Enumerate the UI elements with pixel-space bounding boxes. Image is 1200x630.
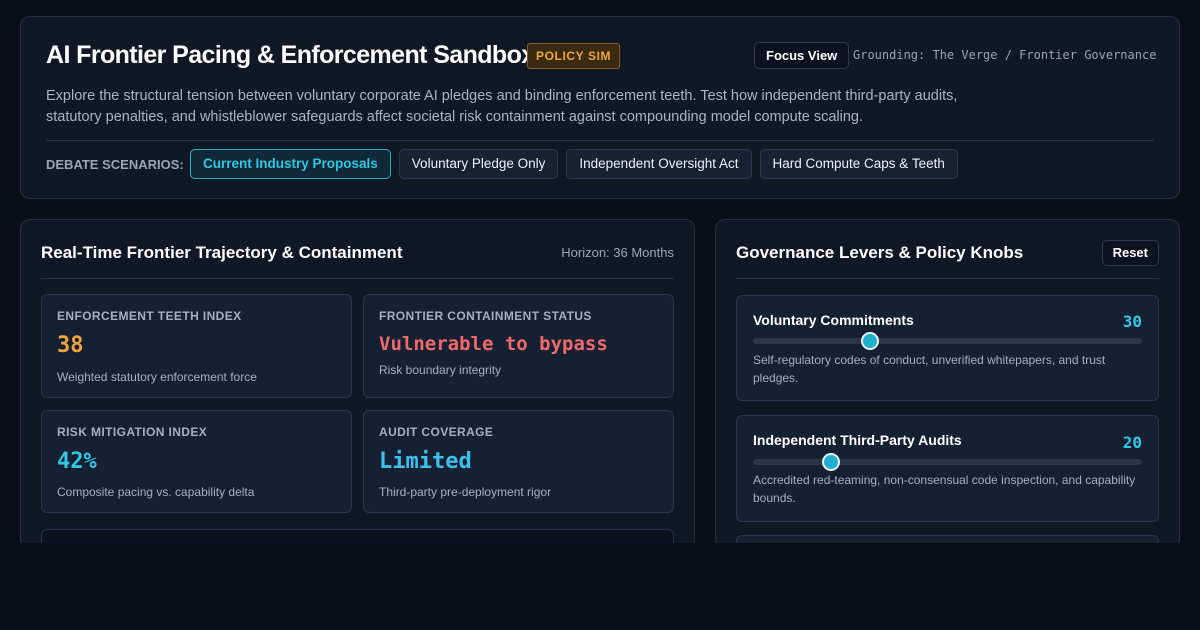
page-description: Explore the structural tension between v… (46, 88, 958, 125)
levers-divider (736, 278, 1159, 279)
page-bottom-background (0, 543, 1200, 630)
lever-slider-track[interactable] (753, 332, 1142, 350)
lever-slider-thumb[interactable] (821, 453, 840, 471)
metric-card-risk-mitigation: RISK MITIGATION INDEX 42% Composite paci… (41, 410, 352, 513)
metric-value: 38 (57, 333, 84, 358)
scenario-hard-compute-caps[interactable]: Hard Compute Caps & Teeth (759, 149, 958, 179)
trajectory-divider (41, 278, 674, 279)
horizon-label: Horizon: 36 Months (561, 245, 674, 260)
trajectory-title: Real-Time Frontier Trajectory & Containm… (41, 243, 403, 262)
metric-label: FRONTIER CONTAINMENT STATUS (379, 309, 592, 323)
trajectory-panel: Real-Time Frontier Trajectory & Containm… (20, 219, 695, 569)
metric-card-containment: FRONTIER CONTAINMENT STATUS Vulnerable t… (363, 294, 674, 398)
metric-card-audit-coverage: AUDIT COVERAGE Limited Third-party pre-d… (363, 410, 674, 513)
lever-title: Voluntary Commitments (753, 312, 914, 328)
scenarios-label: DEBATE SCENARIOS: (46, 157, 184, 172)
scenario-current-industry-proposals[interactable]: Current Industry Proposals (190, 149, 391, 179)
levers-title: Governance Levers & Policy Knobs (736, 243, 1024, 262)
lever-description: Accredited red-teaming, non-consensual c… (753, 473, 1136, 505)
header-divider (46, 140, 1154, 141)
lever-voluntary-commitments: Voluntary Commitments 30 Self-regulatory… (736, 295, 1159, 401)
metric-label: RISK MITIGATION INDEX (57, 425, 208, 439)
lever-slider-thumb[interactable] (860, 332, 879, 350)
policy-sim-badge: POLICY SIM (527, 43, 621, 69)
metric-sub: Risk boundary integrity (379, 363, 502, 377)
metric-value: Limited (379, 449, 472, 474)
lever-value: 20 (1122, 433, 1142, 452)
header-card: AI Frontier Pacing & Enforcement Sandbox… (20, 16, 1180, 199)
scenario-tabs: Current Industry Proposals Voluntary Ple… (190, 149, 958, 179)
metric-sub: Composite pacing vs. capability delta (57, 485, 255, 499)
metric-sub: Third-party pre-deployment rigor (379, 485, 552, 499)
lever-third-party-audits: Independent Third-Party Audits 20 Accred… (736, 415, 1159, 522)
page-title: AI Frontier Pacing & Enforcement Sandbox (46, 41, 535, 69)
metric-label: ENFORCEMENT TEETH INDEX (57, 309, 242, 323)
scenario-voluntary-pledge-only[interactable]: Voluntary Pledge Only (398, 149, 559, 179)
metric-label: AUDIT COVERAGE (379, 425, 494, 439)
metric-value: Vulnerable to bypass (379, 333, 608, 355)
lever-description: Self-regulatory codes of conduct, unveri… (753, 353, 1106, 385)
grounding-source: Grounding: The Verge / Frontier Governan… (853, 48, 1157, 62)
metric-value: 42% (57, 449, 97, 474)
reset-button[interactable]: Reset (1101, 240, 1159, 266)
scenario-independent-oversight-act[interactable]: Independent Oversight Act (566, 149, 752, 179)
metric-sub: Weighted statutory enforcement force (57, 370, 257, 384)
lever-value: 30 (1122, 312, 1142, 331)
focus-view-button[interactable]: Focus View (754, 42, 850, 69)
metric-card-enforcement: ENFORCEMENT TEETH INDEX 38 Weighted stat… (41, 294, 352, 398)
lever-slider-track[interactable] (753, 453, 1142, 471)
levers-panel: Governance Levers & Policy Knobs Reset V… (715, 219, 1180, 575)
lever-title: Independent Third-Party Audits (753, 432, 962, 448)
